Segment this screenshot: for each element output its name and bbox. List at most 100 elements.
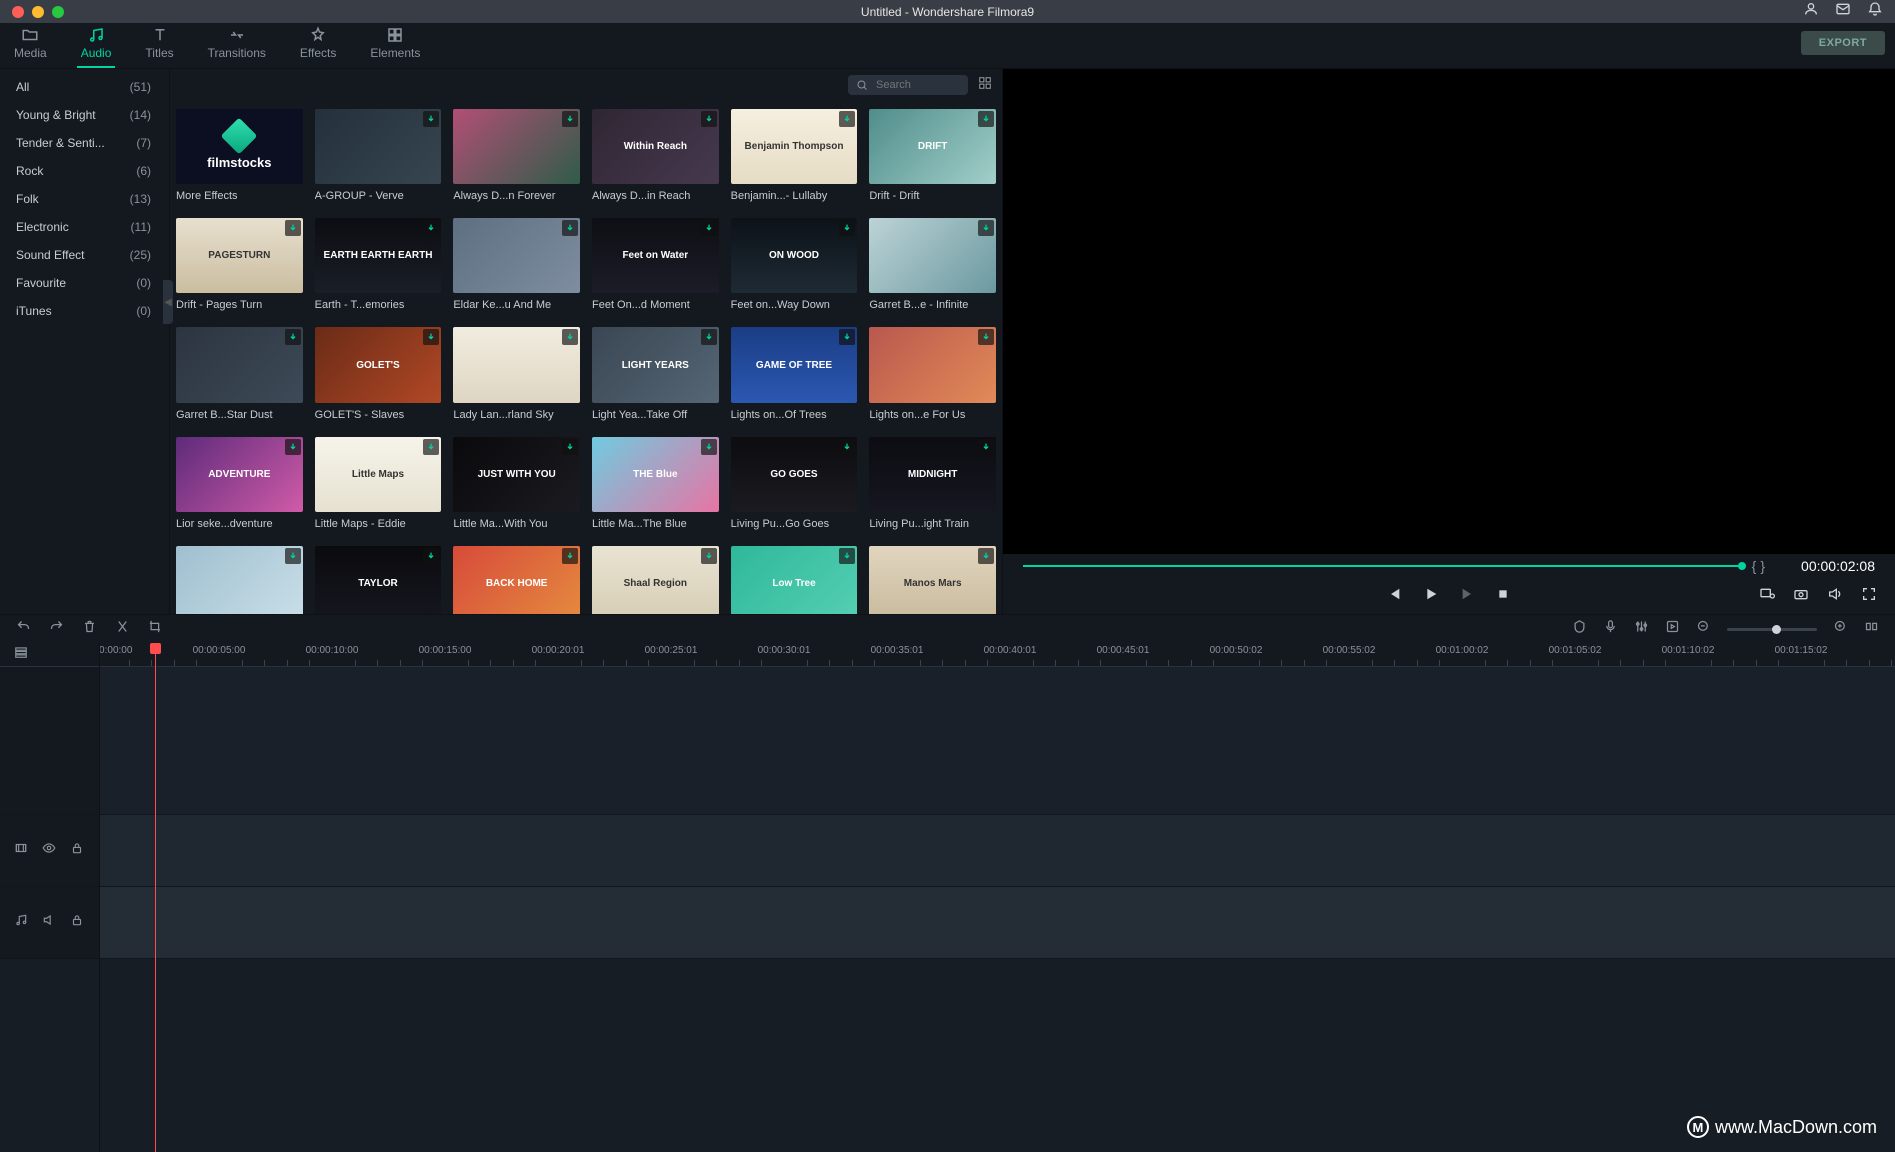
video-track-1[interactable] <box>100 667 1895 815</box>
asset-card[interactable]: Lights on...e For Us <box>869 327 996 420</box>
zoom-slider[interactable] <box>1727 628 1817 631</box>
download-icon[interactable] <box>839 439 855 455</box>
download-icon[interactable] <box>285 439 301 455</box>
download-icon[interactable] <box>562 111 578 127</box>
playhead[interactable] <box>155 643 156 1152</box>
tab-titles[interactable]: Titles <box>141 22 177 68</box>
tab-media[interactable]: Media <box>10 22 51 68</box>
download-icon[interactable] <box>839 111 855 127</box>
asset-thumbnail[interactable]: GAME OF TREE <box>731 327 858 402</box>
crop-icon[interactable] <box>148 619 163 639</box>
asset-card[interactable]: Little MapsLittle Maps - Eddie <box>315 437 442 530</box>
asset-thumbnail[interactable] <box>453 218 580 293</box>
asset-thumbnail[interactable] <box>453 109 580 184</box>
download-icon[interactable] <box>978 548 994 564</box>
tab-elements[interactable]: Elements <box>366 22 424 68</box>
asset-thumbnail[interactable] <box>869 327 996 402</box>
manage-tracks-icon[interactable] <box>14 645 28 664</box>
asset-thumbnail[interactable]: MIDNIGHT <box>869 437 996 512</box>
sidebar-item-3[interactable]: Rock(6) <box>0 157 169 185</box>
download-icon[interactable] <box>839 329 855 345</box>
download-icon[interactable] <box>701 111 717 127</box>
play-button[interactable] <box>1423 586 1439 607</box>
asset-thumbnail[interactable]: BACK HOME <box>453 546 580 614</box>
asset-thumbnail[interactable]: ADVENTURE <box>176 437 303 512</box>
asset-card[interactable]: TAYLORLord Tayl...re's more <box>315 546 442 614</box>
asset-card[interactable]: GAME OF TREELights on...Of Trees <box>731 327 858 420</box>
asset-card[interactable]: Benjamin ThompsonBenjamin...- Lullaby <box>731 109 858 202</box>
asset-thumbnail[interactable]: TAYLOR <box>315 546 442 614</box>
asset-card[interactable]: ON WOODFeet on...Way Down <box>731 218 858 311</box>
asset-thumbnail[interactable]: Within Reach <box>592 109 719 184</box>
asset-card[interactable]: Shaal RegionLow Tree...al Region <box>592 546 719 614</box>
zoom-in-icon[interactable] <box>1833 619 1848 639</box>
download-icon[interactable] <box>701 439 717 455</box>
asset-card[interactable]: Low TreeLow Tree...he Mood <box>731 546 858 614</box>
fullscreen-icon[interactable] <box>1861 586 1877 607</box>
download-icon[interactable] <box>562 220 578 236</box>
in-out-brackets[interactable]: {} <box>1752 558 1765 574</box>
asset-card[interactable]: GO GOESLiving Pu...Go Goes <box>731 437 858 530</box>
video-track-2[interactable] <box>100 815 1895 887</box>
download-icon[interactable] <box>839 548 855 564</box>
asset-card[interactable]: Manos MarsManos M...Tunning <box>869 546 996 614</box>
asset-card[interactable]: Living Pu...man Run <box>176 546 303 614</box>
volume-icon[interactable] <box>1827 586 1843 607</box>
asset-card[interactable]: filmstocksMore Effects <box>176 109 303 202</box>
asset-card[interactable]: Eldar Ke...u And Me <box>453 218 580 311</box>
undo-icon[interactable] <box>16 619 31 639</box>
download-icon[interactable] <box>701 220 717 236</box>
mixer-icon[interactable] <box>1634 619 1649 639</box>
asset-thumbnail[interactable]: DRIFT <box>869 109 996 184</box>
asset-card[interactable]: PAGESTURNDrift - Pages Turn <box>176 218 303 311</box>
redo-icon[interactable] <box>49 619 64 639</box>
snapshot-icon[interactable] <box>1793 586 1809 607</box>
asset-card[interactable]: JUST WITH YOULittle Ma...With You <box>453 437 580 530</box>
account-icon[interactable] <box>1803 1 1819 22</box>
asset-thumbnail[interactable]: JUST WITH YOU <box>453 437 580 512</box>
download-icon[interactable] <box>423 439 439 455</box>
grid-view-icon[interactable] <box>978 76 992 95</box>
asset-thumbnail[interactable]: Shaal Region <box>592 546 719 614</box>
preview-viewer[interactable] <box>1003 69 1895 554</box>
asset-thumbnail[interactable]: Feet on Water <box>592 218 719 293</box>
stop-button[interactable] <box>1495 586 1511 607</box>
zoom-fit-icon[interactable] <box>1864 619 1879 639</box>
asset-thumbnail[interactable]: PAGESTURN <box>176 218 303 293</box>
tab-transitions[interactable]: Transitions <box>204 22 270 68</box>
asset-thumbnail[interactable]: Low Tree <box>731 546 858 614</box>
download-icon[interactable] <box>285 329 301 345</box>
asset-card[interactable]: ADVENTURELior seke...dventure <box>176 437 303 530</box>
split-icon[interactable] <box>115 619 130 639</box>
asset-card[interactable]: MIDNIGHTLiving Pu...ight Train <box>869 437 996 530</box>
voiceover-icon[interactable] <box>1603 619 1618 639</box>
sidebar-item-1[interactable]: Young & Bright(14) <box>0 101 169 129</box>
asset-thumbnail[interactable]: filmstocks <box>176 109 303 184</box>
video-track-2-header[interactable] <box>0 815 99 887</box>
asset-card[interactable]: BACK HOMELow Tree...ck Home <box>453 546 580 614</box>
asset-card[interactable]: Always D...n Forever <box>453 109 580 202</box>
download-icon[interactable] <box>978 220 994 236</box>
zoom-out-icon[interactable] <box>1696 619 1711 639</box>
sidebar-item-7[interactable]: Favourite(0) <box>0 269 169 297</box>
asset-card[interactable]: A-GROUP - Verve <box>315 109 442 202</box>
asset-thumbnail[interactable] <box>176 327 303 402</box>
asset-card[interactable]: GOLET'SGOLET'S - Slaves <box>315 327 442 420</box>
asset-thumbnail[interactable]: Little Maps <box>315 437 442 512</box>
notifications-icon[interactable] <box>1867 1 1883 22</box>
download-icon[interactable] <box>701 329 717 345</box>
sidebar-item-4[interactable]: Folk(13) <box>0 185 169 213</box>
download-icon[interactable] <box>978 111 994 127</box>
download-icon[interactable] <box>562 329 578 345</box>
download-icon[interactable] <box>285 548 301 564</box>
asset-thumbnail[interactable]: GO GOES <box>731 437 858 512</box>
progress-slider[interactable] <box>1023 565 1742 567</box>
asset-card[interactable]: Lady Lan...rland Sky <box>453 327 580 420</box>
delete-icon[interactable] <box>82 619 97 639</box>
asset-thumbnail[interactable]: GOLET'S <box>315 327 442 402</box>
asset-card[interactable]: Garret B...Star Dust <box>176 327 303 420</box>
asset-card[interactable]: LIGHT YEARSLight Yea...Take Off <box>592 327 719 420</box>
download-icon[interactable] <box>285 220 301 236</box>
sidebar-item-2[interactable]: Tender & Senti...(7) <box>0 129 169 157</box>
record-screen-icon[interactable] <box>1759 586 1775 607</box>
